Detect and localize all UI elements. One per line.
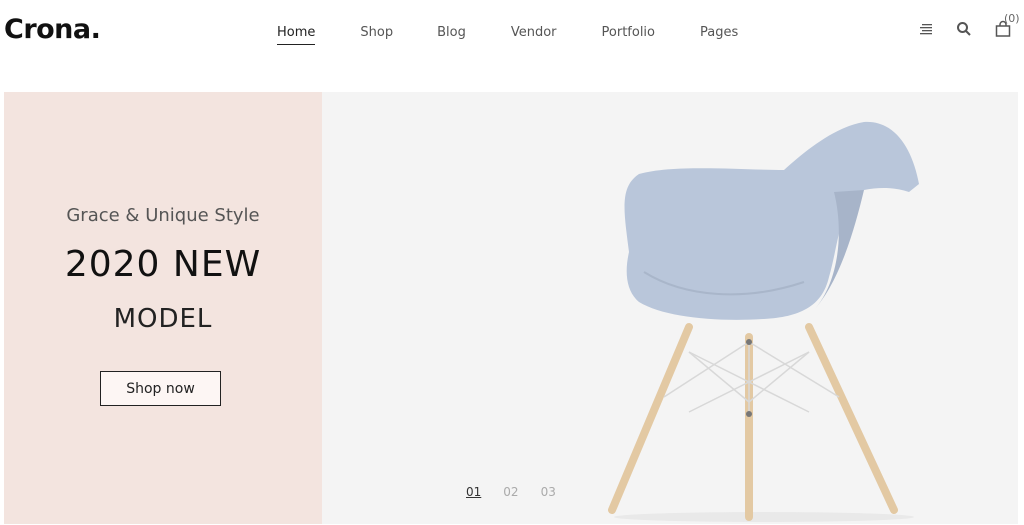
nav-portfolio[interactable]: Portfolio bbox=[602, 25, 655, 45]
hero-subline: MODEL bbox=[113, 304, 213, 334]
nav-home[interactable]: Home bbox=[277, 25, 316, 45]
page: Crona. Home Shop Blog Vendor Portfolio P… bbox=[0, 0, 1024, 525]
nav-vendor[interactable]: Vendor bbox=[511, 25, 557, 45]
menu-icon[interactable] bbox=[920, 23, 934, 35]
cart-count: (0) bbox=[1004, 12, 1020, 25]
slide-dot-1[interactable]: 01 bbox=[466, 485, 481, 499]
nav-blog[interactable]: Blog bbox=[437, 25, 466, 45]
slide-pager: 01 02 03 bbox=[466, 485, 578, 499]
hero-slider: Grace & Unique Style 2020 NEW MODEL Shop… bbox=[4, 92, 1018, 524]
header-actions: (0) bbox=[920, 12, 1020, 38]
site-header: Crona. Home Shop Blog Vendor Portfolio P… bbox=[0, 0, 1024, 70]
hero-kicker: Grace & Unique Style bbox=[66, 205, 260, 226]
site-logo[interactable]: Crona. bbox=[4, 14, 101, 45]
search-icon[interactable] bbox=[956, 21, 972, 37]
main-nav: Home Shop Blog Vendor Portfolio Pages bbox=[277, 25, 738, 45]
nav-pages[interactable]: Pages bbox=[700, 25, 738, 45]
cart-button[interactable]: (0) bbox=[994, 12, 1020, 38]
slide-dot-2[interactable]: 02 bbox=[503, 485, 518, 499]
shop-now-button[interactable]: Shop now bbox=[100, 371, 221, 406]
hero-headline: 2020 NEW bbox=[64, 244, 262, 285]
slide-dot-3[interactable]: 03 bbox=[541, 485, 556, 499]
chair-image bbox=[608, 121, 919, 522]
hero-text-panel: Grace & Unique Style 2020 NEW MODEL Shop… bbox=[4, 92, 322, 524]
nav-shop[interactable]: Shop bbox=[360, 25, 393, 45]
